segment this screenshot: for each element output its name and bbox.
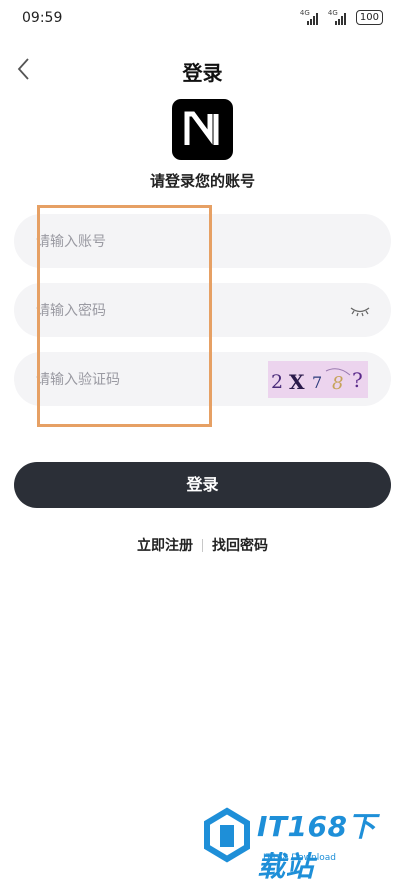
eye-closed-icon[interactable] xyxy=(349,303,371,317)
page-title: 登录 xyxy=(182,61,223,85)
login-subtitle: 请登录您的账号 xyxy=(149,172,255,190)
status-time: 09:59 xyxy=(22,10,63,26)
signal-icon: 4G xyxy=(328,9,350,25)
captcha-image[interactable]: 2 X 7 8 ? xyxy=(268,361,368,398)
auth-links: 立即注册 找回密码 xyxy=(0,535,405,555)
captcha-char: 7 xyxy=(312,373,322,392)
captcha-char: 2 xyxy=(271,371,283,393)
captcha-char: X xyxy=(289,370,305,394)
recover-password-link[interactable]: 找回密码 xyxy=(212,535,268,555)
app-logo xyxy=(172,99,233,160)
captcha-char: ? xyxy=(352,368,363,392)
watermark-brand: IT168下载站 xyxy=(257,810,376,883)
watermark-sub: IT168 Download xyxy=(263,853,336,863)
watermark: IT168下载站 IT168 Download xyxy=(199,805,399,883)
status-bar: 09:59 4G 4G 100 xyxy=(0,0,405,38)
battery-icon: 100 xyxy=(355,10,383,25)
captcha-char: 8 xyxy=(332,373,343,394)
register-link[interactable]: 立即注册 xyxy=(137,535,193,555)
signal-icon: 4G xyxy=(300,9,322,25)
login-button[interactable]: 登录 xyxy=(14,462,391,508)
status-icons: 4G 4G 100 xyxy=(300,9,383,25)
highlight-box xyxy=(37,205,212,427)
watermark-logo-icon xyxy=(204,807,250,863)
link-divider xyxy=(202,538,203,552)
